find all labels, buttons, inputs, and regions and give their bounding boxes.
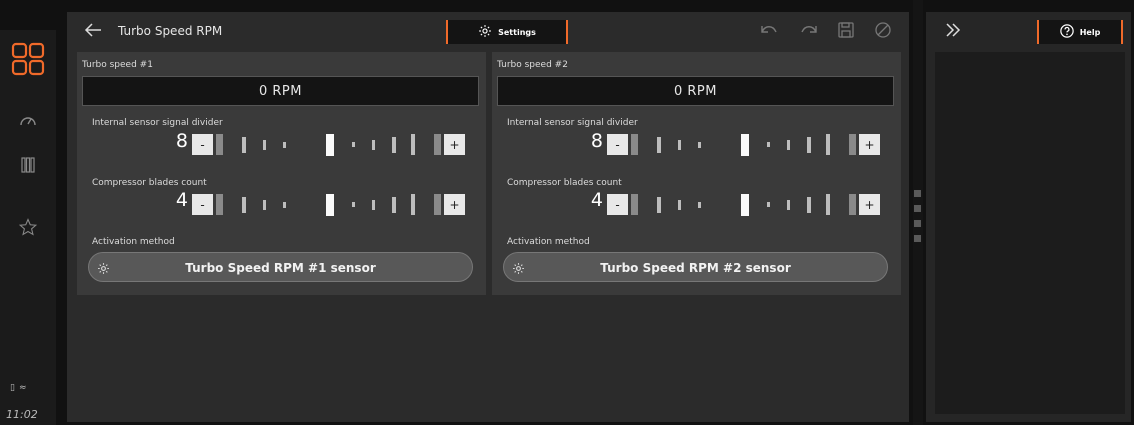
slider-tick	[242, 137, 246, 153]
divider-plus-button[interactable]: +	[444, 134, 465, 155]
slider-tick	[678, 200, 681, 210]
rail-top	[0, 0, 56, 30]
help-label: Help	[1079, 27, 1101, 37]
slider-tick	[352, 142, 355, 147]
slider-thumb[interactable]	[741, 194, 749, 216]
slider-tick	[698, 142, 701, 148]
status-icons: ▯≈	[10, 383, 31, 393]
blades-minus-button[interactable]: -	[607, 194, 628, 215]
back-arrow-icon[interactable]	[84, 22, 104, 42]
columns-icon[interactable]	[0, 155, 56, 175]
divider-label: Internal sensor signal divider	[507, 118, 638, 128]
drag-handle-dot	[914, 235, 921, 242]
activation-method-button[interactable]: Turbo Speed RPM #1 sensor	[88, 252, 473, 282]
activation-method-label: Turbo Speed RPM #2 sensor	[600, 261, 791, 275]
activation-label: Activation method	[507, 237, 590, 247]
slider-tick	[283, 142, 286, 148]
slider-tick	[411, 194, 415, 215]
slider-tick	[631, 194, 638, 215]
slider-tick	[434, 134, 441, 155]
undo-icon[interactable]	[760, 22, 778, 43]
gauge-icon[interactable]	[0, 110, 56, 130]
divider-value: 8	[175, 130, 188, 152]
slider-thumb[interactable]	[741, 134, 749, 156]
settings-button[interactable]: Settings	[446, 20, 568, 44]
slider-tick	[631, 134, 638, 155]
cancel-icon[interactable]	[875, 22, 891, 43]
blades-label: Compressor blades count	[507, 178, 622, 188]
divider-label: Internal sensor signal divider	[92, 118, 223, 128]
redo-icon[interactable]	[800, 22, 818, 43]
apps-icon[interactable]	[0, 42, 56, 76]
turbo-card-1: Turbo speed #1 0 RPM Internal sensor sig…	[77, 52, 486, 295]
expand-icon[interactable]	[945, 22, 961, 42]
blades-value: 4	[590, 189, 603, 211]
slider-tick	[767, 142, 770, 147]
drag-handle-dot	[914, 220, 921, 227]
slider-tick	[263, 200, 266, 210]
activation-method-button[interactable]: Turbo Speed RPM #2 sensor	[503, 252, 888, 282]
slider-tick	[372, 140, 375, 150]
drag-handle-dot	[914, 205, 921, 212]
slider-tick	[352, 202, 355, 207]
slider-tick	[216, 194, 223, 215]
activation-label: Activation method	[92, 237, 175, 247]
card-title: Turbo speed #2	[497, 60, 568, 70]
slider-tick	[826, 134, 830, 155]
blades-plus-button[interactable]: +	[859, 194, 880, 215]
slider-tick	[787, 140, 790, 150]
gear-icon	[478, 23, 492, 42]
turbo-card-2: Turbo speed #2 0 RPM Internal sensor sig…	[492, 52, 901, 295]
page-title: Turbo Speed RPM	[118, 24, 223, 38]
slider-thumb[interactable]	[326, 134, 334, 156]
activation-method-label: Turbo Speed RPM #1 sensor	[185, 261, 376, 275]
card-title: Turbo speed #1	[82, 60, 153, 70]
slider-tick	[678, 140, 681, 150]
blades-plus-button[interactable]: +	[444, 194, 465, 215]
slider-tick	[392, 137, 396, 153]
star-icon[interactable]	[0, 217, 56, 237]
blades-label: Compressor blades count	[92, 178, 207, 188]
panel-separator[interactable]	[913, 0, 923, 425]
rpm-display: 0 RPM	[497, 76, 894, 106]
slider-tick	[849, 134, 856, 155]
rpm-display: 0 RPM	[82, 76, 479, 106]
side-panel-content	[935, 52, 1125, 414]
slider-tick	[283, 202, 286, 208]
save-icon[interactable]	[838, 22, 854, 43]
divider-plus-button[interactable]: +	[859, 134, 880, 155]
slider-tick	[807, 137, 811, 153]
blades-value: 4	[175, 189, 188, 211]
settings-label: Settings	[498, 27, 536, 37]
divider-minus-button[interactable]: -	[607, 134, 628, 155]
slider-thumb[interactable]	[326, 194, 334, 216]
slider-tick	[657, 137, 661, 153]
slider-tick	[216, 134, 223, 155]
help-icon	[1059, 23, 1074, 42]
divider-value: 8	[590, 130, 603, 152]
slider-tick	[657, 197, 661, 213]
slider-tick	[826, 194, 830, 215]
slider-tick	[787, 200, 790, 210]
slider-tick	[392, 197, 396, 213]
slider-tick	[434, 194, 441, 215]
divider-minus-button[interactable]: -	[192, 134, 213, 155]
blades-minus-button[interactable]: -	[192, 194, 213, 215]
wifi-icon: ≈	[18, 383, 31, 393]
help-button[interactable]: Help	[1037, 20, 1123, 44]
slider-tick	[807, 197, 811, 213]
slider-tick	[242, 197, 246, 213]
slider-tick	[263, 140, 266, 150]
battery-icon: ▯	[10, 383, 19, 393]
status-time: 11:02	[6, 408, 38, 421]
slider-tick	[849, 194, 856, 215]
slider-tick	[698, 202, 701, 208]
slider-tick	[411, 134, 415, 155]
slider-tick	[372, 200, 375, 210]
slider-tick	[767, 202, 770, 207]
drag-handle-dot	[914, 190, 921, 197]
